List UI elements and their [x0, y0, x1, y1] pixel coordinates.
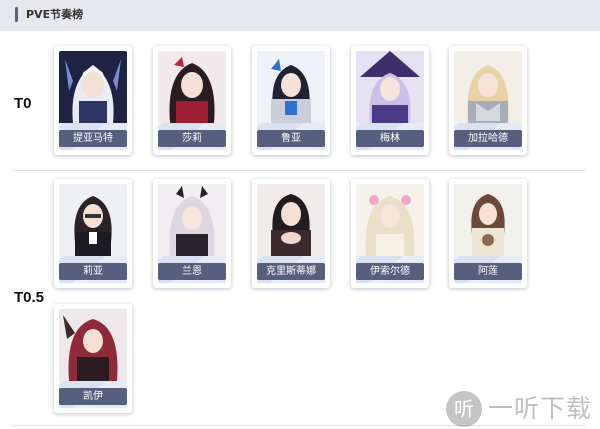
character-card-sally[interactable]: 莎莉 — [153, 46, 231, 155]
character-name: 提亚马特 — [59, 130, 127, 147]
character-name: 梅林 — [356, 130, 424, 147]
character-card-lua[interactable]: 鲁亚 — [252, 46, 330, 155]
character-card-tiamat[interactable]: 提亚马特 — [54, 46, 132, 155]
watermark-text: 一听下载 — [488, 394, 593, 423]
character-portrait — [158, 51, 226, 123]
page-title: PVE节奏榜 — [26, 8, 84, 21]
character-name: 凯伊 — [59, 388, 127, 405]
tier-label-t0: T0 — [14, 95, 32, 112]
character-portrait — [59, 184, 127, 256]
watermark-logo: 听 一听下载 — [446, 391, 598, 427]
character-portrait — [257, 51, 325, 123]
character-card-merlin[interactable]: 梅林 — [351, 46, 429, 155]
character-card-christina[interactable]: 克里斯蒂娜 — [252, 179, 330, 288]
character-card-leah[interactable]: 莉亚 — [54, 179, 132, 288]
character-portrait — [454, 184, 522, 256]
header-accent-bar — [15, 7, 18, 22]
character-portrait — [59, 309, 127, 381]
character-name: 克里斯蒂娜 — [257, 263, 325, 280]
character-name: 加拉哈德 — [454, 130, 522, 147]
character-card-lane[interactable]: 兰恩 — [153, 179, 231, 288]
character-name: 莎莉 — [158, 130, 226, 147]
character-portrait — [158, 184, 226, 256]
character-name: 莉亚 — [59, 263, 127, 280]
watermark-icon-glyph: 听 — [454, 397, 474, 421]
tier-label-t0-5: T0.5 — [14, 289, 45, 306]
character-name: 伊索尔德 — [356, 263, 424, 280]
character-name: 阿莲 — [454, 263, 522, 280]
character-portrait — [454, 51, 522, 123]
tier-divider — [12, 170, 586, 171]
character-card-isolde[interactable]: 伊索尔德 — [351, 179, 429, 288]
character-name: 鲁亚 — [257, 130, 325, 147]
character-portrait — [257, 184, 325, 256]
character-card-kay[interactable]: 凯伊 — [54, 304, 132, 413]
character-portrait — [356, 184, 424, 256]
character-name: 兰恩 — [158, 263, 226, 280]
character-card-galahad[interactable]: 加拉哈德 — [449, 46, 527, 155]
character-portrait — [356, 51, 424, 123]
watermark-icon: 听 — [446, 391, 482, 427]
character-card-alain[interactable]: 阿莲 — [449, 179, 527, 288]
page-header: PVE节奏榜 — [0, 0, 600, 31]
character-portrait — [59, 51, 127, 123]
